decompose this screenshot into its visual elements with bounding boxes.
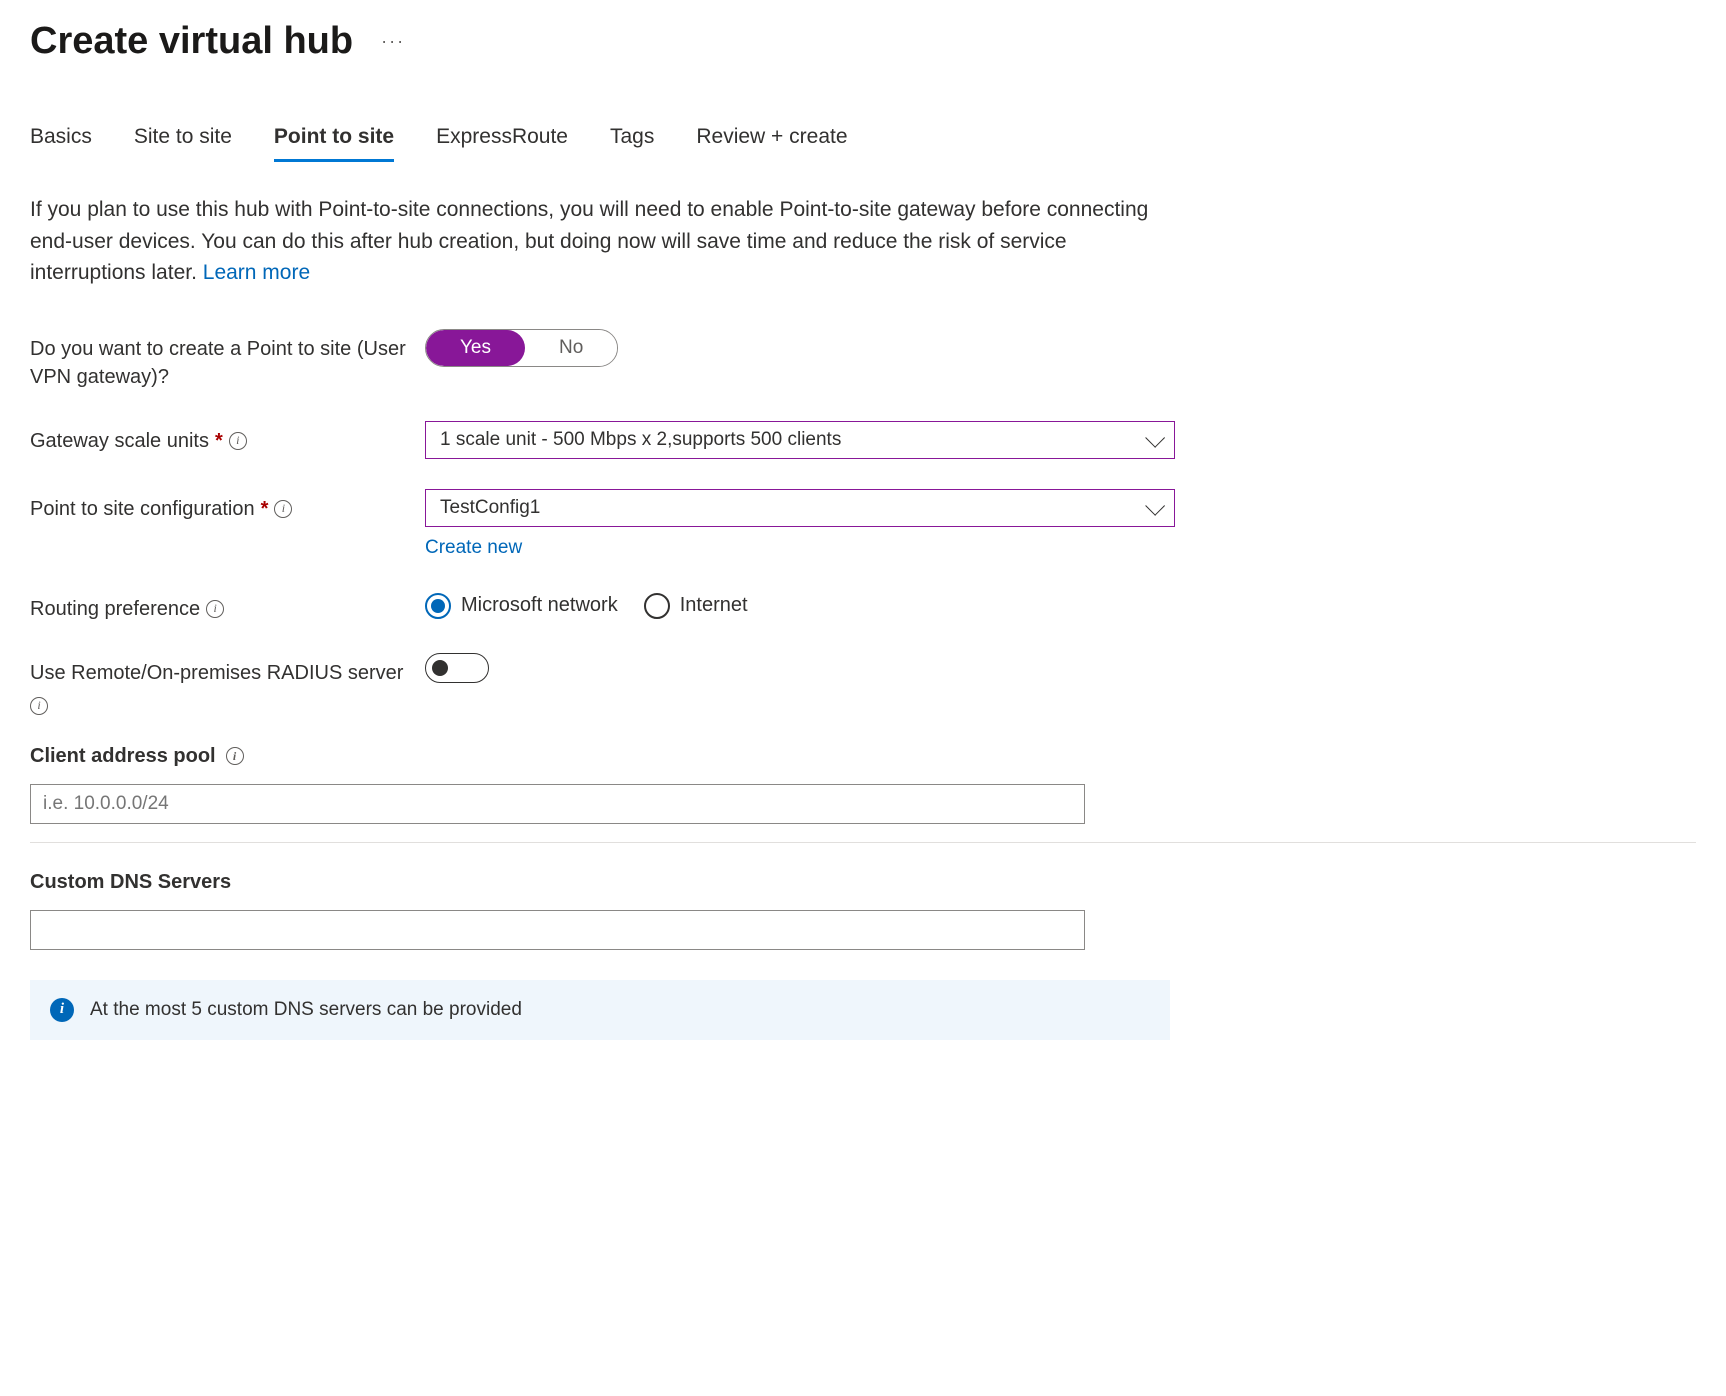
p2s-config-dropdown[interactable]: TestConfig1 <box>425 489 1175 527</box>
tab-review-create[interactable]: Review + create <box>696 113 847 161</box>
create-new-link[interactable]: Create new <box>425 537 522 559</box>
routing-pref-group: Microsoft network Internet <box>425 589 1175 619</box>
info-icon[interactable]: i <box>206 600 224 618</box>
tab-bar: Basics Site to site Point to site Expres… <box>30 113 1696 162</box>
info-icon[interactable]: i <box>226 747 244 765</box>
client-pool-label: Client address pool <box>30 745 216 768</box>
radius-label: Use Remote/On-premises RADIUS server <box>30 659 403 687</box>
p2s-config-label: Point to site configuration <box>30 495 255 523</box>
client-pool-input[interactable] <box>30 784 1085 824</box>
dns-input[interactable] <box>30 910 1085 950</box>
routing-pref-label: Routing preference <box>30 595 200 623</box>
tab-expressroute[interactable]: ExpressRoute <box>436 113 568 161</box>
routing-pref-internet[interactable]: Internet <box>644 593 748 619</box>
routing-pref-microsoft-label: Microsoft network <box>461 594 618 617</box>
info-icon[interactable]: i <box>30 697 48 715</box>
create-p2s-no[interactable]: No <box>525 330 617 366</box>
chevron-down-icon <box>1145 495 1165 515</box>
routing-pref-internet-label: Internet <box>680 594 748 617</box>
tab-tags[interactable]: Tags <box>610 113 654 161</box>
scale-units-label: Gateway scale units <box>30 427 209 455</box>
switch-knob <box>432 660 448 676</box>
radio-icon <box>425 593 451 619</box>
dns-label: Custom DNS Servers <box>30 871 231 894</box>
tab-basics[interactable]: Basics <box>30 113 92 161</box>
chevron-down-icon <box>1145 427 1165 447</box>
create-p2s-toggle[interactable]: Yes No <box>425 329 618 367</box>
create-p2s-label: Do you want to create a Point to site (U… <box>30 329 425 391</box>
p2s-config-value: TestConfig1 <box>440 497 540 519</box>
learn-more-link[interactable]: Learn more <box>203 261 310 284</box>
tab-site-to-site[interactable]: Site to site <box>134 113 232 161</box>
page-title: Create virtual hub <box>30 20 353 63</box>
intro-text: If you plan to use this hub with Point-t… <box>30 194 1160 289</box>
tab-point-to-site[interactable]: Point to site <box>274 113 394 161</box>
required-marker: * <box>261 495 269 523</box>
scale-units-dropdown[interactable]: 1 scale unit - 500 Mbps x 2,supports 500… <box>425 421 1175 459</box>
info-banner: i At the most 5 custom DNS servers can b… <box>30 980 1170 1040</box>
create-p2s-yes[interactable]: Yes <box>426 330 525 366</box>
info-icon[interactable]: i <box>274 500 292 518</box>
radius-switch[interactable] <box>425 653 489 683</box>
info-banner-text: At the most 5 custom DNS servers can be … <box>90 999 522 1021</box>
divider <box>30 842 1696 843</box>
info-icon: i <box>50 998 74 1022</box>
intro-body: If you plan to use this hub with Point-t… <box>30 198 1148 284</box>
required-marker: * <box>215 427 223 455</box>
more-actions-icon[interactable]: ··· <box>381 31 405 52</box>
routing-pref-microsoft[interactable]: Microsoft network <box>425 593 618 619</box>
info-icon[interactable]: i <box>229 432 247 450</box>
scale-units-value: 1 scale unit - 500 Mbps x 2,supports 500… <box>440 429 841 451</box>
radio-icon <box>644 593 670 619</box>
